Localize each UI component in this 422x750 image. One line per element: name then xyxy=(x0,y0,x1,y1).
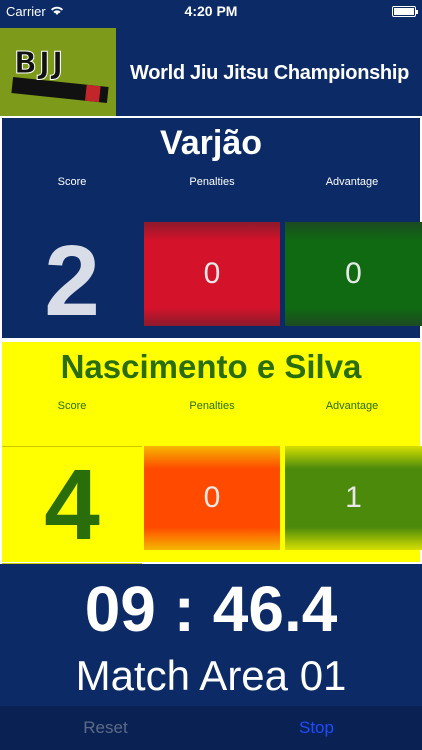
logo-text: BJJ xyxy=(13,46,66,82)
reset-button[interactable]: Reset xyxy=(0,718,211,738)
penalties-label: Penalties xyxy=(189,176,235,188)
match-area-label: Match Area 01 xyxy=(75,652,347,699)
bjj-logo: BJJ xyxy=(0,28,116,116)
match-timer: 09 : 46.4 xyxy=(84,573,338,645)
bottom-toolbar: Reset Stop xyxy=(0,706,422,750)
wifi-icon xyxy=(50,4,64,19)
advantage-button[interactable]: 0 xyxy=(285,222,422,326)
score-label: Score xyxy=(57,400,87,412)
carrier-label: Carrier xyxy=(6,3,46,19)
status-left: Carrier xyxy=(6,4,64,19)
advantage-label: Advantage xyxy=(325,176,379,188)
fighter-panel-2: Nascimento e Silva Score Penalties Advan… xyxy=(0,340,422,564)
stop-button[interactable]: Stop xyxy=(211,718,422,738)
championship-title: World Jiu Jitsu Championship xyxy=(130,61,410,84)
fighter-name: Nascimento e Silva xyxy=(60,348,362,385)
battery-icon xyxy=(392,5,418,17)
app-header: BJJ World Jiu Jitsu Championship xyxy=(0,28,422,116)
score-button[interactable]: 2 xyxy=(2,222,142,340)
fighter-name: Varjão xyxy=(159,124,263,162)
penalties-label: Penalties xyxy=(189,400,235,412)
score-button[interactable]: 4 xyxy=(2,446,142,564)
fighter-panel-1: Varjão Score Penalties Advantage 2 0 0 xyxy=(0,116,422,340)
score-label: Score xyxy=(57,176,87,188)
advantage-button[interactable]: 1 xyxy=(285,446,422,550)
penalties-button[interactable]: 0 xyxy=(144,446,280,550)
status-bar: Carrier 4:20 PM xyxy=(0,0,422,22)
advantage-label: Advantage xyxy=(325,400,379,412)
penalties-button[interactable]: 0 xyxy=(144,222,280,326)
